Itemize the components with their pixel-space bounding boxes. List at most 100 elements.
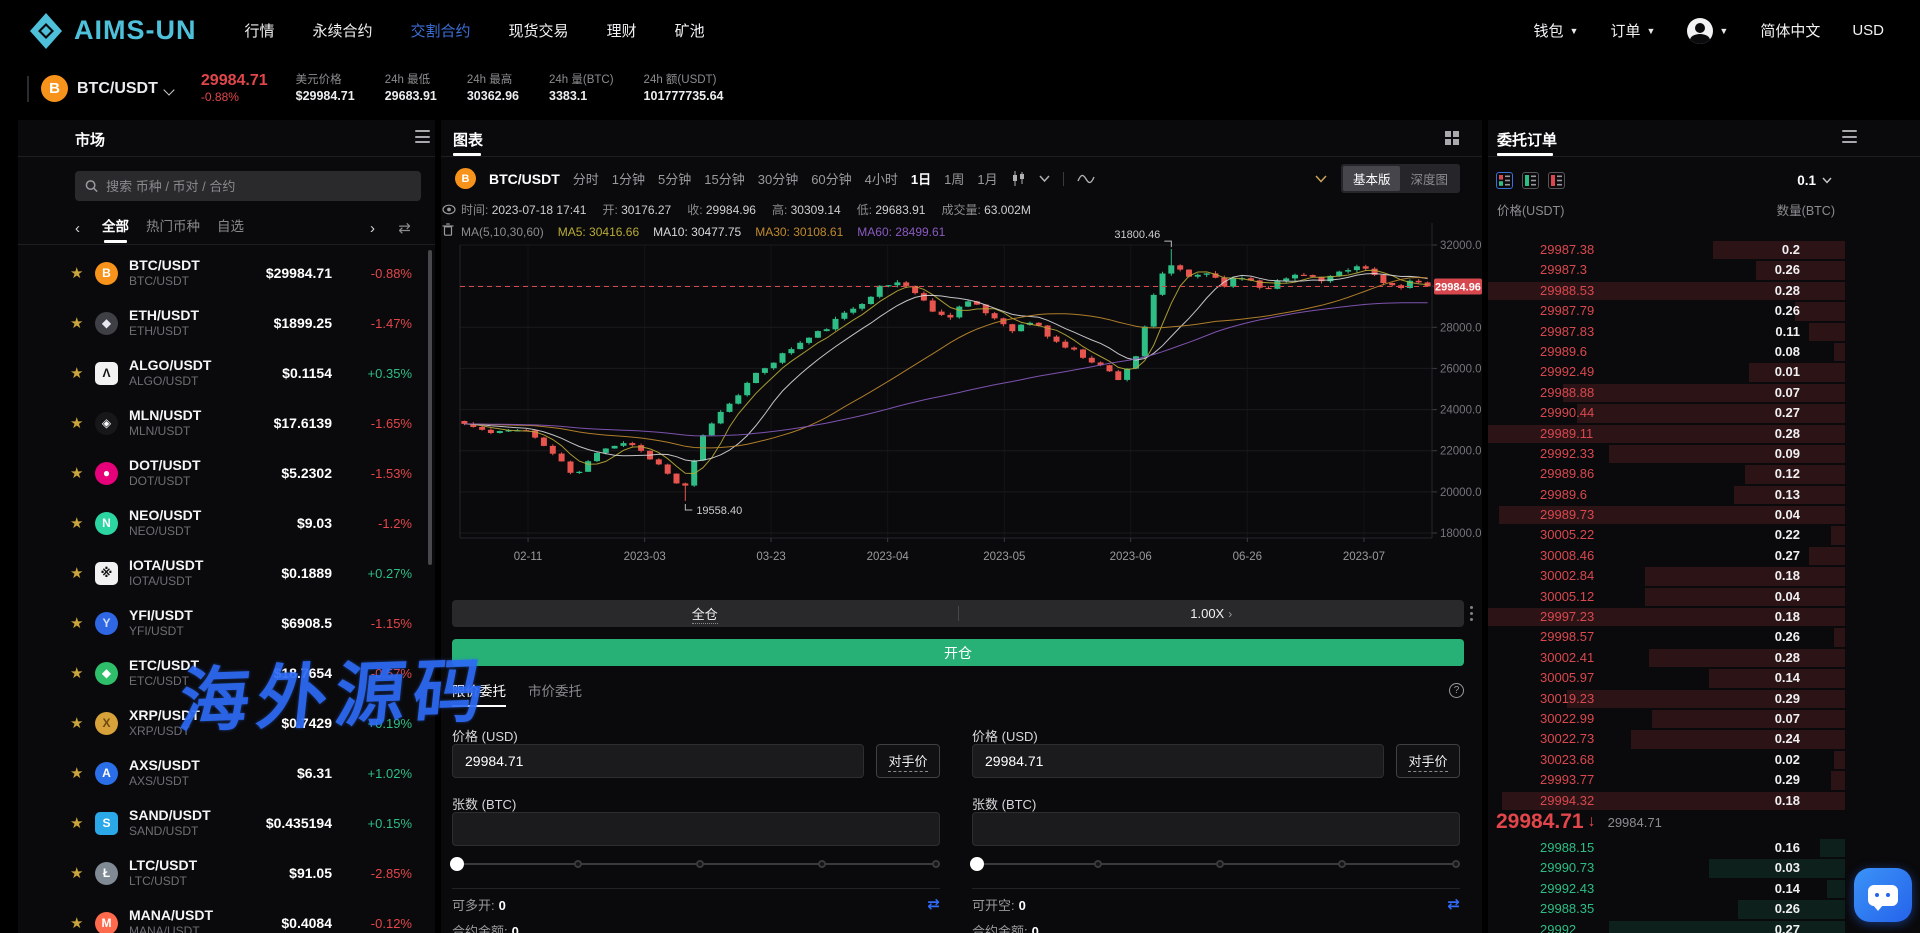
ask-row[interactable]: 29989.73 0.04 <box>1488 505 1845 525</box>
brand-logo[interactable]: AIMS-UN <box>28 11 197 51</box>
coin-row[interactable]: ★ Y YFI/USDTYFI/USDT $6908.5 -1.15% <box>18 598 435 648</box>
ask-row[interactable]: 30005.97 0.14 <box>1488 668 1845 688</box>
coin-row[interactable]: ★ ※ IOTA/USDTIOTA/USDT $0.1889 +0.27% <box>18 548 435 598</box>
ask-row[interactable]: 29987.38 0.2 <box>1488 240 1845 260</box>
ask-row[interactable]: 29997.23 0.18 <box>1488 607 1845 627</box>
currency-selector[interactable]: USD <box>1852 22 1884 39</box>
favorite-star-icon[interactable]: ★ <box>70 314 86 332</box>
favorite-star-icon[interactable]: ★ <box>70 264 86 282</box>
nav-item-永续合约[interactable]: 永续合约 <box>313 20 373 41</box>
ask-row[interactable]: 29990.44 0.27 <box>1488 403 1845 423</box>
long-qty-input[interactable] <box>452 812 940 846</box>
nav-item-矿池[interactable]: 矿池 <box>675 20 705 41</box>
line-chart-icon[interactable] <box>1077 173 1095 185</box>
ask-row[interactable]: 29993.77 0.29 <box>1488 770 1845 790</box>
transfer-icon[interactable]: ⇄ <box>1447 895 1460 913</box>
ask-row[interactable]: 30005.12 0.04 <box>1488 587 1845 607</box>
ask-row[interactable]: 29988.53 0.28 <box>1488 281 1845 301</box>
precision-selector[interactable]: 0.1 <box>1797 173 1832 188</box>
sidebar-menu-icon[interactable] <box>415 130 430 143</box>
long-price-input[interactable] <box>452 744 864 778</box>
coin-row[interactable]: ★ ● DOT/USDTDOT/USDT $5.2302 -1.53% <box>18 448 435 498</box>
ask-row[interactable]: 29992.49 0.01 <box>1488 362 1845 382</box>
short-price-input[interactable] <box>972 744 1384 778</box>
timeframe-1日[interactable]: 1日 <box>911 169 931 188</box>
ask-row[interactable]: 29988.88 0.07 <box>1488 383 1845 403</box>
search-input[interactable] <box>106 179 411 194</box>
order-tab-限价委托[interactable]: 限价委托 <box>452 680 506 707</box>
ask-row[interactable]: 30008.46 0.27 <box>1488 546 1845 566</box>
ask-row[interactable]: 29987.83 0.11 <box>1488 322 1845 342</box>
nav-item-理财[interactable]: 理财 <box>607 20 637 41</box>
slider-handle[interactable] <box>450 857 464 871</box>
order-tab-市价委托[interactable]: 市价委托 <box>528 680 582 707</box>
favorite-star-icon[interactable]: ★ <box>70 864 86 882</box>
favorite-star-icon[interactable]: ★ <box>70 914 86 932</box>
timeframe-1分钟[interactable]: 1分钟 <box>612 169 645 188</box>
open-position-button[interactable]: 开仓 <box>452 639 1464 666</box>
nav-item-现货交易[interactable]: 现货交易 <box>509 20 569 41</box>
more-options-icon[interactable] <box>1470 606 1473 621</box>
view-mode-asks-icon[interactable] <box>1548 172 1565 189</box>
ask-row[interactable]: 29994.32 0.18 <box>1488 791 1845 811</box>
timeframe-5分钟[interactable]: 5分钟 <box>658 169 691 188</box>
timeframe-分时[interactable]: 分时 <box>573 169 599 188</box>
coin-tab-全部[interactable]: 全部 <box>102 215 129 241</box>
ask-row[interactable]: 30002.41 0.28 <box>1488 648 1845 668</box>
chart-tab[interactable]: 图表 <box>453 129 483 150</box>
ask-row[interactable]: 29989.86 0.12 <box>1488 464 1845 484</box>
chevron-down-icon[interactable] <box>165 84 175 94</box>
timeframe-1月[interactable]: 1月 <box>977 169 997 188</box>
view-mode-both-icon[interactable] <box>1496 172 1513 189</box>
coin-tab-自选[interactable]: 自选 <box>217 215 244 241</box>
bid-row[interactable]: 29992 0.27 <box>1488 920 1845 933</box>
coin-row[interactable]: ★ S SAND/USDTSAND/USDT $0.435194 +0.15% <box>18 798 435 848</box>
counter-price-button[interactable]: 对手价 <box>1396 744 1460 778</box>
timeframe-30分钟[interactable]: 30分钟 <box>758 169 798 188</box>
chevron-down-icon[interactable] <box>1039 175 1050 182</box>
coin-row[interactable]: ★ ◆ ETH/USDTETH/USDT $1899.25 -1.47% <box>18 298 435 348</box>
ask-row[interactable]: 29987.3 0.26 <box>1488 260 1845 280</box>
account-menu[interactable]: ▼ <box>1687 18 1728 44</box>
view-tab-深度图[interactable]: 深度图 <box>1400 166 1458 191</box>
ask-row[interactable]: 30022.73 0.24 <box>1488 729 1845 749</box>
favorite-star-icon[interactable]: ★ <box>70 614 86 632</box>
help-icon[interactable]: ? <box>1449 683 1464 698</box>
ask-row[interactable]: 29987.79 0.26 <box>1488 301 1845 321</box>
timeframe-60分钟[interactable]: 60分钟 <box>811 169 851 188</box>
nav-item-交割合约[interactable]: 交割合约 <box>411 20 471 41</box>
ask-row[interactable]: 30019.23 0.29 <box>1488 689 1845 709</box>
ask-row[interactable]: 29998.57 0.26 <box>1488 627 1845 647</box>
favorite-star-icon[interactable]: ★ <box>70 364 86 382</box>
counter-price-button[interactable]: 对手价 <box>876 744 940 778</box>
coin-row[interactable]: ★ B BTC/USDTBTC/USDT $29984.71 -0.88% <box>18 248 435 298</box>
favorite-star-icon[interactable]: ★ <box>70 414 86 432</box>
favorite-star-icon[interactable]: ★ <box>70 814 86 832</box>
refresh-icon[interactable]: ⇄ <box>398 219 411 237</box>
chevron-down-icon[interactable] <box>1315 175 1327 183</box>
coin-row[interactable]: ★ X XRP/USDTXRP/USDT $0.7429 +0.19% <box>18 698 435 748</box>
tabs-scroll-left-icon[interactable]: ‹ <box>75 220 80 237</box>
layout-grid-icon[interactable] <box>1445 131 1459 145</box>
ask-row[interactable]: 30022.99 0.07 <box>1488 709 1845 729</box>
delete-trash-icon[interactable] <box>442 223 454 236</box>
coin-row[interactable]: ★ ◈ MLN/USDTMLN/USDT $17.6139 -1.65% <box>18 398 435 448</box>
ask-row[interactable]: 29989.11 0.28 <box>1488 424 1845 444</box>
sidebar-scrollbar[interactable] <box>428 250 432 565</box>
leverage-button[interactable]: 1.00X› <box>959 606 1465 621</box>
ask-row[interactable]: 30023.68 0.02 <box>1488 750 1845 770</box>
ask-row[interactable]: 30002.84 0.18 <box>1488 566 1845 586</box>
coin-row[interactable]: ★ Λ ALGO/USDTALGO/USDT $0.1154 +0.35% <box>18 348 435 398</box>
visibility-eye-icon[interactable] <box>442 204 456 215</box>
tabs-scroll-right-icon[interactable]: › <box>370 220 375 237</box>
transfer-icon[interactable]: ⇄ <box>927 895 940 913</box>
coin-row[interactable]: ★ Ł LTC/USDTLTC/USDT $91.05 -2.85% <box>18 848 435 898</box>
coin-row[interactable]: ★ M MANA/USDTMANA/USDT $0.4084 -0.12% <box>18 898 435 933</box>
wallet-menu[interactable]: 钱包▼ <box>1534 20 1579 41</box>
chat-support-button[interactable] <box>1854 868 1912 922</box>
margin-mode-button[interactable]: 全仓 <box>452 604 958 623</box>
favorite-star-icon[interactable]: ★ <box>70 764 86 782</box>
ask-row[interactable]: 29989.6 0.13 <box>1488 485 1845 505</box>
view-tab-基本版[interactable]: 基本版 <box>1343 166 1401 191</box>
long-qty-slider[interactable] <box>452 857 940 871</box>
